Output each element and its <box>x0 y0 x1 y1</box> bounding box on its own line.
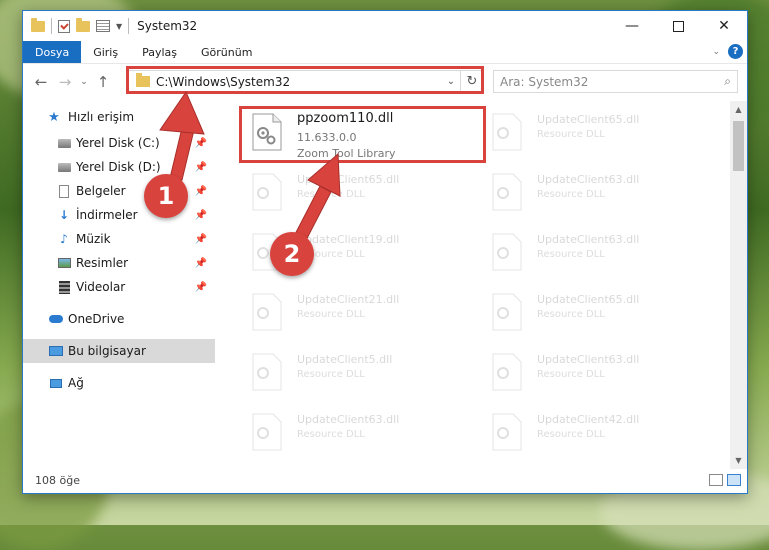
callout-badge-2: 2 <box>270 232 314 276</box>
arrow-to-address <box>159 90 205 181</box>
callout-badge-1: 1 <box>144 174 188 218</box>
callout-arrows <box>159 90 341 251</box>
